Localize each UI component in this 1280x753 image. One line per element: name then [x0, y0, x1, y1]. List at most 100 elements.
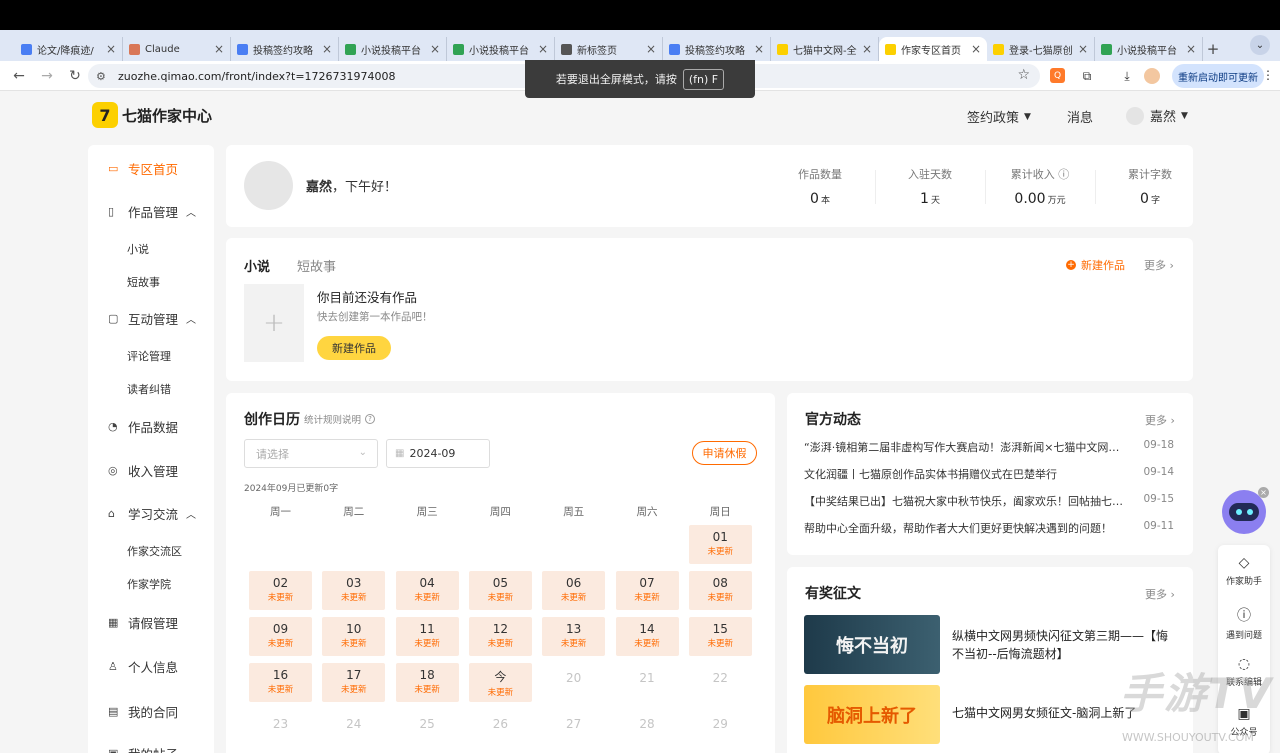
tab-short-story[interactable]: 短故事: [297, 256, 336, 275]
relaunch-update-button[interactable]: 重新启动即可更新: [1172, 64, 1264, 88]
calendar-day[interactable]: 05 未更新: [468, 571, 532, 610]
browser-tab[interactable]: 七猫中文网-全 ×: [771, 37, 879, 61]
new-work-button[interactable]: 新建作品: [317, 336, 391, 360]
browser-menu-icon[interactable]: ⋮: [1262, 68, 1274, 82]
sidebar-item-interact[interactable]: ▢ 互动管理 ︿: [108, 309, 196, 328]
browser-tab[interactable]: 投稿签约攻略 ×: [663, 37, 771, 61]
calendar-day[interactable]: 09 未更新: [249, 617, 312, 656]
site-info-icon[interactable]: ⚙: [96, 70, 114, 83]
sidebar-item-contract[interactable]: ▤ 我的合同: [108, 702, 178, 721]
news-item[interactable]: 【中奖结果已出】七猫祝大家中秋节快乐，阖家欢乐！回帖抽七猫中... 09-15: [804, 493, 1174, 509]
sidebar-item-home[interactable]: ▭ 专区首页: [108, 159, 178, 178]
user-menu[interactable]: 嘉然 ▼: [1126, 106, 1188, 125]
new-tab-button[interactable]: +: [1203, 37, 1223, 61]
sign-policy-menu[interactable]: 签约政策 ▼: [967, 107, 1031, 126]
tab-close-icon[interactable]: ×: [1186, 42, 1196, 56]
work-select[interactable]: 请选择 ⌄: [244, 439, 378, 468]
calendar-day[interactable]: 18 未更新: [395, 663, 459, 702]
calendar-day[interactable]: 26: [469, 709, 532, 748]
browser-tab[interactable]: 论文/降痕迹/ ×: [15, 37, 123, 61]
tab-close-icon[interactable]: ×: [754, 42, 764, 56]
sidebar-item-profile[interactable]: ♙ 个人信息: [108, 657, 178, 676]
contest-banner-1[interactable]: 悔不当初: [804, 615, 940, 674]
sidebar-sub-novel[interactable]: 小说: [127, 241, 149, 257]
back-icon[interactable]: ←: [10, 67, 28, 85]
sidebar-sub-short-story[interactable]: 短故事: [127, 274, 160, 290]
works-more-link[interactable]: 更多 ›: [1144, 257, 1174, 273]
tab-close-icon[interactable]: ×: [106, 42, 116, 56]
sidebar-item-works[interactable]: ▯ 作品管理 ︿: [108, 202, 196, 221]
news-item[interactable]: 文化润疆丨七猫原创作品实体书捐赠仪式在巴楚举行 09-14: [804, 466, 1174, 482]
calendar-day[interactable]: 14 未更新: [615, 617, 679, 656]
calendar-day[interactable]: 29: [689, 709, 752, 748]
news-item[interactable]: “澎湃·镜相第二届非虚构写作大赛启动！澎湃新闻×七猫中文网联合工... 09-18: [804, 439, 1174, 455]
sidebar-item-income[interactable]: ◎ 收入管理: [108, 461, 178, 480]
empty-work-cover[interactable]: +: [244, 284, 304, 362]
calendar-day[interactable]: 20: [542, 663, 605, 702]
sidebar-sub-errata[interactable]: 读者纠错: [127, 381, 171, 397]
browser-tab[interactable]: 小说投稿平台 ×: [339, 37, 447, 61]
browser-tab[interactable]: Claude ×: [123, 37, 231, 61]
sidebar-sub-academy[interactable]: 作家学院: [127, 576, 171, 592]
tab-close-icon[interactable]: ×: [646, 42, 656, 56]
tab-close-icon[interactable]: ×: [1078, 42, 1088, 56]
calendar-day[interactable]: 22: [689, 663, 752, 702]
tab-close-icon[interactable]: ×: [214, 42, 224, 56]
news-item[interactable]: 帮助中心全面升级，帮助作者大大们更好更快解决遇到的问题！ 09-11: [804, 520, 1174, 536]
browser-tab[interactable]: 小说投稿平台 ×: [447, 37, 555, 61]
calendar-day[interactable]: 16 未更新: [249, 663, 312, 702]
calendar-day[interactable]: 02 未更新: [249, 571, 312, 610]
calendar-day[interactable]: 28: [616, 709, 679, 748]
calendar-day[interactable]: 23: [249, 709, 312, 748]
news-more-link[interactable]: 更多 ›: [1145, 412, 1175, 428]
sidebar-sub-comments[interactable]: 评论管理: [127, 348, 171, 364]
calendar-day[interactable]: 11 未更新: [395, 617, 459, 656]
profile-avatar-icon[interactable]: [1144, 68, 1160, 84]
close-icon[interactable]: ×: [1258, 487, 1269, 498]
sidebar-item-leave[interactable]: ▦ 请假管理: [108, 613, 178, 632]
site-logo[interactable]: 7 七猫作家中心: [92, 102, 212, 128]
calendar-day[interactable]: 06 未更新: [542, 571, 606, 610]
contest-item-1[interactable]: 纵横中文网男频快闪征文第三期——【悔不当初--后悔流题材】: [952, 627, 1177, 663]
calendar-day[interactable]: 24: [322, 709, 385, 748]
tab-novel[interactable]: 小说: [244, 256, 270, 275]
assistant-button[interactable]: ◇ 作家助手: [1218, 555, 1270, 587]
calendar-day[interactable]: 03 未更新: [322, 571, 386, 610]
calendar-day[interactable]: 12 未更新: [468, 617, 532, 656]
forward-icon[interactable]: →: [38, 67, 56, 85]
sidebar-item-posts[interactable]: ▣ 我的帖子: [108, 744, 178, 753]
contest-more-link[interactable]: 更多 ›: [1145, 586, 1175, 602]
sidebar-item-learn[interactable]: ⌂ 学习交流 ︿: [108, 504, 196, 523]
browser-tab[interactable]: 新标签页 ×: [555, 37, 663, 61]
calendar-day[interactable]: 10 未更新: [322, 617, 386, 656]
calendar-day[interactable]: 25: [396, 709, 459, 748]
calendar-day[interactable]: 15 未更新: [688, 617, 752, 656]
calendar-day[interactable]: 04 未更新: [395, 571, 459, 610]
download-icon[interactable]: ⤓: [1118, 67, 1136, 85]
browser-tab[interactable]: 投稿签约攻略 ×: [231, 37, 339, 61]
tab-close-icon[interactable]: ×: [971, 42, 981, 56]
extensions-puzzle-icon[interactable]: ⧉: [1078, 67, 1096, 85]
browser-tab[interactable]: 登录-七猫原创 ×: [987, 37, 1095, 61]
calendar-day[interactable]: 07 未更新: [615, 571, 679, 610]
messages-link[interactable]: 消息: [1067, 107, 1093, 126]
bookmark-star-icon[interactable]: ☆: [1017, 67, 1030, 83]
reload-icon[interactable]: ↻: [66, 67, 84, 85]
tab-close-icon[interactable]: ×: [862, 42, 872, 56]
contest-banner-2[interactable]: 脑洞上新了: [804, 685, 940, 744]
tab-close-icon[interactable]: ×: [538, 42, 548, 56]
rules-link[interactable]: 统计规则说明 ?: [304, 412, 376, 426]
new-work-link[interactable]: + 新建作品: [1066, 257, 1125, 273]
calendar-day[interactable]: 21: [616, 663, 679, 702]
problem-button[interactable]: ⓘ 遇到问题: [1218, 605, 1270, 641]
tab-search-icon[interactable]: ⌄: [1250, 35, 1270, 55]
tab-close-icon[interactable]: ×: [430, 42, 440, 56]
calendar-day[interactable]: 13 未更新: [542, 617, 606, 656]
sidebar-item-data[interactable]: ◔ 作品数据: [108, 417, 178, 436]
tab-close-icon[interactable]: ×: [322, 42, 332, 56]
calendar-day[interactable]: 08 未更新: [688, 571, 752, 610]
sidebar-sub-forum[interactable]: 作家交流区: [127, 543, 182, 559]
browser-tab[interactable]: 作家专区首页 ×: [879, 37, 987, 61]
extension-search-icon[interactable]: Q: [1050, 68, 1065, 83]
calendar-day[interactable]: 17 未更新: [322, 663, 386, 702]
